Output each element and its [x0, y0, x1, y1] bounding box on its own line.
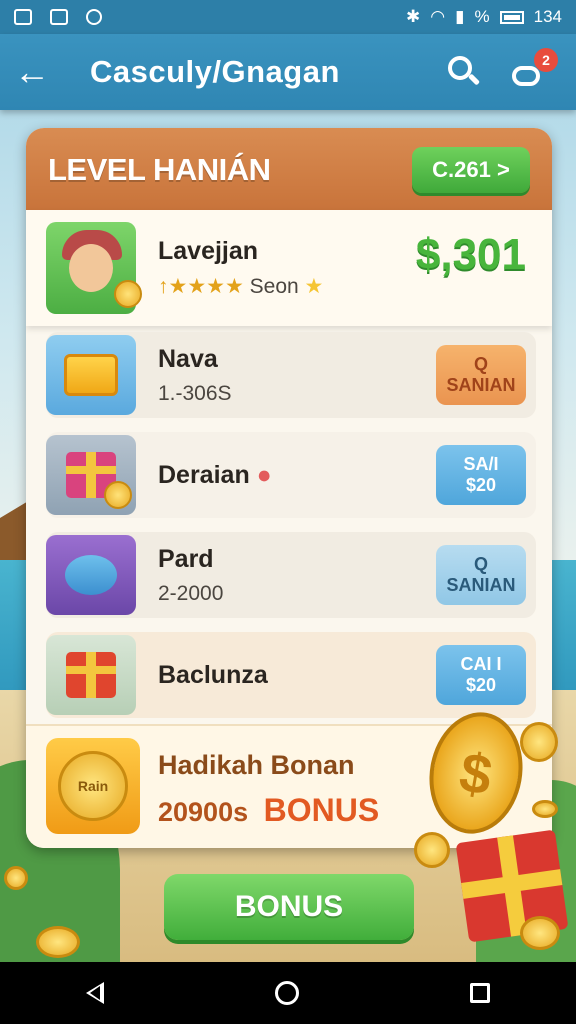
mail-icon: [50, 9, 68, 25]
coin-icon: [520, 916, 560, 950]
page-title: Casculy/Gnagan: [90, 54, 340, 89]
avatar-face-icon: [69, 244, 113, 292]
action-label: SA/I: [463, 454, 499, 475]
list-item-pard[interactable]: Pard 2-2000 Q SANIAN: [46, 532, 536, 618]
item-name: Baclunza: [158, 660, 268, 689]
coin-icon: [104, 481, 132, 509]
coin-icon: Rain: [58, 751, 128, 821]
item-name: Deraian: [158, 460, 250, 489]
item-sub: 1.-306S: [158, 381, 232, 405]
battery-percent: %: [474, 7, 490, 26]
mushroom-icon: ●: [256, 460, 272, 489]
chat-button[interactable]: 2: [510, 48, 558, 90]
item-thumb: [46, 435, 136, 515]
item-name-line: Deraian ●: [158, 461, 272, 490]
player-avatar: [46, 222, 142, 314]
item-action-button[interactable]: CAI I $20: [436, 645, 526, 705]
coin-icon: [414, 832, 450, 868]
location-icon: [86, 9, 102, 25]
item-action-button[interactable]: Q SANIAN: [436, 345, 526, 405]
bonus-amount-line: 20900s BONUS: [158, 792, 379, 829]
chat-icon: [512, 66, 540, 86]
signal-icon: ▮: [455, 7, 465, 26]
coin-icon: [532, 800, 558, 818]
coin-icon: [520, 722, 558, 762]
item-thumb: [46, 635, 136, 715]
list-item-deraian[interactable]: Deraian ● SA/I $20: [46, 432, 536, 518]
bluetooth-icon: ✱: [406, 7, 421, 26]
stars-icon: ↑★★★★: [158, 275, 244, 298]
player-prize: $,301: [415, 230, 526, 279]
action-label: SANIAN: [446, 375, 516, 395]
action-price: $20: [465, 475, 497, 495]
chest-icon: [64, 354, 118, 396]
panel-title: LEVEL HANIÁN: [48, 152, 271, 187]
action-price: $20: [465, 675, 497, 695]
item-thumb: [46, 335, 136, 415]
battery-icon: [499, 10, 524, 24]
featured-player-row[interactable]: Lavejjan ↑★★★★ Seon ★ $,301: [26, 210, 552, 326]
player-rating: ↑★★★★ Seon ★: [158, 274, 323, 299]
bonus-name: Hadikah Bonan: [158, 750, 355, 780]
star-icon: ★: [304, 275, 324, 298]
item-name: Pard: [158, 544, 214, 573]
notification-badge: 2: [534, 48, 558, 72]
item-thumb: [46, 535, 136, 615]
speech-bubble-icon: [65, 555, 117, 595]
list-item-baclunza[interactable]: Baclunza CAI I $20: [46, 632, 536, 718]
app-bar: ← Casculy/Gnagan 2: [0, 34, 576, 110]
coin-icon: [4, 866, 28, 890]
bonus-thumb: Rain: [46, 738, 140, 834]
action-label: CAI I: [460, 654, 502, 675]
nav-back-icon[interactable]: [85, 982, 104, 1004]
bonus-highlight: BONUS: [263, 792, 380, 828]
back-arrow-icon[interactable]: ←: [0, 34, 64, 110]
gallery-icon: [14, 9, 32, 25]
status-time: 134: [533, 7, 562, 26]
status-bar: ✱ ◠ ▮ % 134: [0, 0, 576, 34]
search-icon: Q: [473, 554, 488, 575]
player-name: Lavejjan: [158, 237, 259, 265]
list-item-nava[interactable]: Nava 1.-306S Q SANIAN: [46, 332, 536, 418]
player-rank: Seon: [249, 275, 299, 298]
coin-icon: [36, 926, 80, 958]
nav-home-icon[interactable]: [274, 981, 299, 1005]
item-name: Nava: [158, 344, 218, 373]
navigation-bar: [0, 962, 576, 1024]
search-button[interactable]: [442, 52, 482, 92]
wifi-icon: ◠: [430, 7, 446, 26]
level-progress-button[interactable]: C.261 >: [412, 147, 530, 193]
search-icon-handle: [467, 73, 481, 86]
action-label: SANIAN: [446, 575, 516, 595]
panel-header: LEVEL HANIÁN C.261 >: [26, 128, 552, 212]
coin-icon: [114, 280, 142, 308]
item-sub: 2-2000: [158, 581, 224, 605]
item-action-button[interactable]: SA/I $20: [436, 445, 526, 505]
bonus-button[interactable]: BONUS: [164, 874, 414, 940]
gift-icon: [66, 652, 116, 698]
bonus-amount: 20900s: [158, 797, 249, 827]
item-action-button[interactable]: Q SANIAN: [436, 545, 526, 605]
nav-recents-icon[interactable]: [470, 983, 491, 1003]
search-icon: Q: [473, 354, 488, 375]
